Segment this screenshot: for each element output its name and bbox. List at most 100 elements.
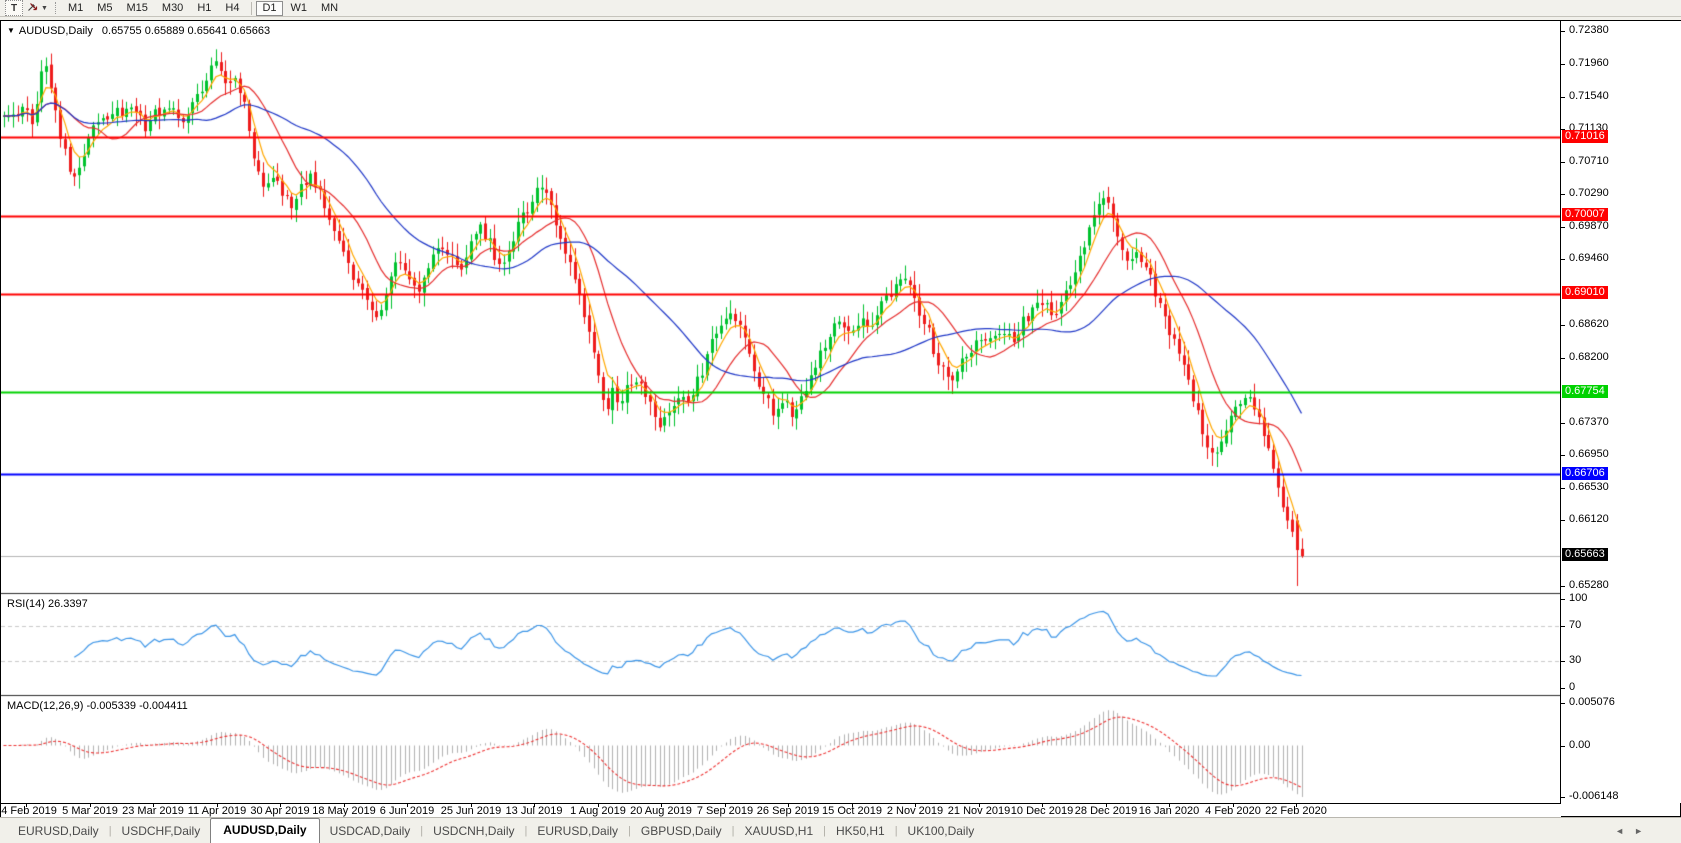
date-label: 28 Dec 2019 [1075, 805, 1137, 817]
axis-tick-mark [1561, 488, 1565, 489]
draw-arrows-tool-button[interactable]: ▼ [26, 1, 48, 15]
axis-tick-mark [1561, 64, 1565, 65]
macd-tick-label: 0.005076 [1569, 696, 1615, 708]
chart-tab-gbpusd-daily[interactable]: GBPUSD,Daily [631, 820, 732, 843]
axis-tick-mark [1561, 259, 1565, 260]
date-label: 14 Feb 2019 [0, 805, 57, 817]
price-axis[interactable]: 0.723800.719600.715400.711300.707100.702… [1560, 21, 1681, 803]
timeframe-button-m15[interactable]: M15 [121, 1, 154, 16]
chart-tab-eurusd-daily[interactable]: EURUSD,Daily [8, 820, 109, 843]
timeframe-button-m30[interactable]: M30 [156, 1, 189, 16]
text-label-tool-button[interactable]: T [5, 0, 23, 16]
axis-tick-mark [1561, 626, 1565, 627]
rsi-tick-label: 100 [1569, 592, 1587, 604]
axis-tick-mark [1561, 455, 1565, 456]
price-tick-label: 0.70290 [1569, 187, 1609, 199]
price-tick-label: 0.72380 [1569, 24, 1609, 36]
axis-tick-mark [1561, 194, 1565, 195]
chart-tab-eurusd-daily[interactable]: EURUSD,Daily [527, 820, 628, 843]
axis-tick-mark [1561, 746, 1565, 747]
tab-scroll-left-icon[interactable]: ◄ [1615, 826, 1634, 836]
rsi-label: RSI(14) 26.3397 [7, 598, 88, 610]
tab-scroll-right-icon[interactable]: ► [1634, 826, 1653, 836]
hline-price-badge: 0.69010 [1562, 286, 1608, 299]
price-tick-label: 0.68620 [1569, 318, 1609, 330]
date-label: 23 Mar 2019 [122, 805, 184, 817]
arrows-tool-icon [26, 1, 39, 16]
date-label: 4 Feb 2020 [1205, 805, 1261, 817]
date-label: 13 Jul 2019 [506, 805, 563, 817]
price-tick-label: 0.67370 [1569, 416, 1609, 428]
hline-price-badge: 0.71016 [1562, 130, 1608, 143]
date-label: 2 Nov 2019 [887, 805, 943, 817]
axis-tick-mark [1561, 227, 1565, 228]
timeframe-button-m1[interactable]: M1 [62, 1, 89, 16]
date-label: 10 Dec 2019 [1011, 805, 1073, 817]
axis-tick-mark [1561, 358, 1565, 359]
price-tick-label: 0.66530 [1569, 481, 1609, 493]
axis-tick-mark [1561, 661, 1565, 662]
date-label: 15 Oct 2019 [822, 805, 882, 817]
axis-tick-mark [1561, 520, 1565, 521]
macd-tick-label: 0.00 [1569, 739, 1590, 751]
date-label: 11 Apr 2019 [188, 805, 247, 817]
date-label: 25 Jun 2019 [441, 805, 502, 817]
date-axis[interactable]: 14 Feb 2019 5 Mar 2019 23 Mar 2019 11 Apr 2… [1, 803, 1561, 817]
chart-tab-audusd-daily[interactable]: AUDUSD,Daily [210, 818, 319, 843]
macd-label: MACD(12,26,9) -0.005339 -0.004411 [7, 700, 188, 712]
price-tick-label: 0.71960 [1569, 57, 1609, 69]
price-tick-label: 0.69870 [1569, 220, 1609, 232]
timeframe-button-mn[interactable]: MN [315, 1, 344, 16]
toolbar-grip[interactable] [55, 2, 56, 14]
price-tick-label: 0.66120 [1569, 513, 1609, 525]
axis-tick-mark [1561, 325, 1565, 326]
chart-menu-icon[interactable]: ▼ [7, 26, 15, 35]
axis-tick-mark [1561, 703, 1565, 704]
chart-tab-xauusd-h1[interactable]: XAUUSD,H1 [734, 820, 823, 843]
axis-tick-mark [1561, 586, 1565, 587]
date-label: 21 Nov 2019 [948, 805, 1010, 817]
chart-symbol-period: AUDUSD,Daily [19, 25, 93, 37]
axis-tick-mark [1561, 797, 1565, 798]
timeframe-button-m5[interactable]: M5 [91, 1, 118, 16]
date-label: 6 Jun 2019 [380, 805, 434, 817]
price-tick-label: 0.66950 [1569, 448, 1609, 460]
rsi-tick-label: 0 [1569, 681, 1575, 693]
axis-tick-mark [1561, 97, 1565, 98]
hline-price-badge: 0.67754 [1562, 385, 1608, 398]
macd-tick-label: -0.006148 [1569, 790, 1619, 802]
axis-tick-mark [1561, 599, 1565, 600]
chart-tab-hk50-h1[interactable]: HK50,H1 [826, 820, 895, 843]
timeframe-button-w1[interactable]: W1 [285, 1, 314, 16]
price-chart-canvas[interactable] [1, 21, 1561, 803]
axis-tick-mark [1561, 31, 1565, 32]
chart-tab-uk100-daily[interactable]: UK100,Daily [898, 820, 985, 843]
date-label: 22 Feb 2020 [1265, 805, 1327, 817]
date-label: 16 Jan 2020 [1139, 805, 1200, 817]
chart-window: ▼ AUDUSD,Daily 0.65755 0.65889 0.65641 0.6… [0, 20, 1681, 817]
chart-tab-usdcad-daily[interactable]: USDCAD,Daily [320, 820, 421, 843]
chevron-down-icon: ▼ [41, 5, 48, 12]
chart-tab-usdcnh-daily[interactable]: USDCNH,Daily [423, 820, 524, 843]
chart-tab-usdchf-daily[interactable]: USDCHF,Daily [112, 820, 211, 843]
timeframe-button-h1[interactable]: H1 [191, 1, 217, 16]
date-label: 5 Mar 2019 [62, 805, 118, 817]
toolbar-separator [251, 2, 252, 15]
chart-ohlc-values: 0.65755 0.65889 0.65641 0.65663 [102, 25, 270, 37]
timeframe-button-d1[interactable]: D1 [256, 1, 282, 16]
date-label: 30 Apr 2019 [250, 805, 309, 817]
current-price-badge: 0.65663 [1562, 548, 1608, 561]
top-toolbar: T ▼ M1M5M15M30H1H4 D1W1MN [0, 0, 1681, 17]
timeframe-button-h4[interactable]: H4 [219, 1, 245, 16]
price-tick-label: 0.65280 [1569, 579, 1609, 591]
date-label: 1 Aug 2019 [570, 805, 626, 817]
tab-scroll-arrows: ◄► [1615, 826, 1653, 836]
hline-price-badge: 0.66706 [1562, 467, 1608, 480]
date-label: 26 Sep 2019 [757, 805, 819, 817]
axis-tick-mark [1561, 162, 1565, 163]
date-label: 18 May 2019 [312, 805, 376, 817]
rsi-tick-label: 70 [1569, 619, 1581, 631]
date-label: 20 Aug 2019 [630, 805, 692, 817]
price-tick-label: 0.68200 [1569, 351, 1609, 363]
price-tick-label: 0.70710 [1569, 155, 1609, 167]
